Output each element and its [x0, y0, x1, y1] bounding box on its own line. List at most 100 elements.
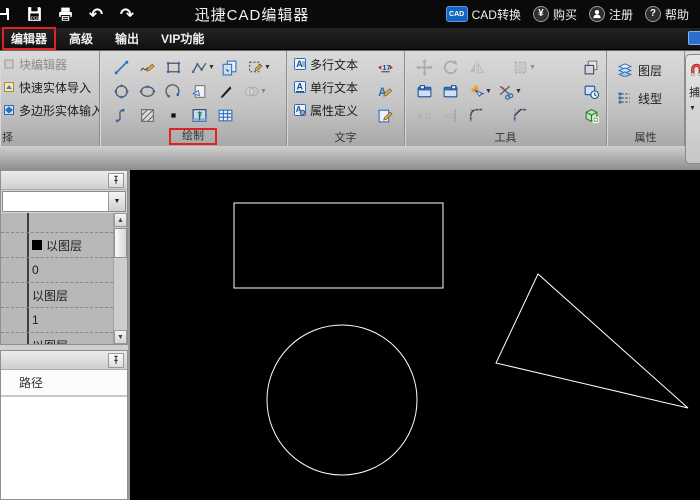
cad-editor-window: PDF ↶ ↷ 迅捷CAD编辑器 CAD CAD转换 ¥ 购买 注册: [0, 0, 700, 500]
group-label-draw: 绘制: [100, 128, 286, 145]
group-label-tools: 工具: [405, 129, 606, 145]
cad-convert-button[interactable]: CAD CAD转换: [443, 4, 524, 25]
fillet-icon[interactable]: [463, 104, 489, 126]
distribute-icon[interactable]: [437, 104, 463, 126]
arc-icon[interactable]: [160, 80, 186, 102]
left-sidebar: ▼ 以图层 0 以图层 1 以图层 ▲ ▼: [0, 170, 130, 500]
scroll-down-icon[interactable]: ▼: [114, 330, 127, 344]
copy-stack-icon[interactable]: [578, 55, 604, 79]
rotate-icon[interactable]: [437, 56, 463, 78]
properties-table: 以图层 0 以图层 1 以图层 ▲ ▼: [1, 213, 127, 344]
tab-output[interactable]: 输出: [106, 28, 148, 49]
snap-dropdown-icon[interactable]: ▼: [689, 105, 696, 112]
cad-rect-entity[interactable]: [234, 203, 443, 288]
tab-editor[interactable]: 编辑器: [2, 27, 56, 50]
undo-icon[interactable]: ↶: [85, 3, 107, 25]
property-row-linetype[interactable]: 以图层: [1, 283, 113, 308]
line-icon[interactable]: [108, 56, 134, 78]
text-fit-icon[interactable]: 17: [372, 55, 398, 79]
title-bar: PDF ↶ ↷ 迅捷CAD编辑器 CAD CAD转换 ¥ 购买 注册: [0, 0, 700, 28]
hatch-icon[interactable]: [134, 104, 160, 126]
gradient-pen-icon[interactable]: [212, 80, 238, 102]
path-list[interactable]: [1, 397, 127, 498]
entity-selector-combobox[interactable]: ▼: [2, 191, 126, 212]
block-new-icon[interactable]: [437, 80, 463, 102]
linetype-button[interactable]: 线型: [615, 88, 684, 108]
array-dropdown-icon[interactable]: ▼: [529, 64, 537, 71]
trim-dropdown-icon[interactable]: ▼: [515, 88, 523, 95]
mirror-icon[interactable]: [463, 56, 489, 78]
property-row-lineweight[interactable]: 以图层: [1, 333, 113, 344]
save-icon[interactable]: [0, 3, 14, 25]
color-swatch: [32, 240, 42, 250]
buy-button[interactable]: ¥ 购买: [530, 4, 580, 25]
help-button[interactable]: ? 帮助: [642, 4, 692, 25]
ribbon-bottom-strip: [0, 146, 700, 170]
drawing-canvas[interactable]: [130, 170, 700, 500]
copy-entities-icon[interactable]: [216, 56, 242, 78]
ellipse-icon[interactable]: [134, 80, 160, 102]
property-row-scale[interactable]: 1: [1, 308, 113, 333]
property-row-color[interactable]: 以图层: [1, 233, 113, 258]
wipeout-icon[interactable]: [186, 80, 212, 102]
pin-icon-2[interactable]: [108, 353, 124, 368]
point-icon[interactable]: [160, 104, 186, 126]
svg-text:PDF: PDF: [30, 15, 40, 21]
polyline-dropdown-icon[interactable]: ▼: [208, 64, 216, 71]
scrollbar-thumb[interactable]: [114, 228, 127, 258]
path-column-header[interactable]: 路径: [1, 370, 127, 397]
erase-dropdown-icon[interactable]: ▼: [485, 88, 493, 95]
ribbon-group-draw: ▼ ▼: [100, 51, 287, 147]
scroll-up-icon[interactable]: ▲: [114, 213, 127, 227]
move-icon[interactable]: [411, 56, 437, 78]
edit-attribute-icon[interactable]: [372, 103, 398, 127]
layers-button[interactable]: 图层: [615, 60, 684, 80]
svg-text:17: 17: [382, 63, 390, 72]
group-label-text: 文字: [287, 129, 404, 145]
register-button[interactable]: 注册: [586, 4, 636, 25]
window-icon[interactable]: [688, 31, 700, 45]
user-icon: [589, 6, 605, 22]
properties-panel-header: [1, 171, 127, 190]
tab-vip[interactable]: VIP功能: [152, 28, 213, 49]
pin-icon[interactable]: [108, 173, 124, 188]
blend-dropdown-icon[interactable]: ▼: [260, 88, 268, 95]
properties-panel: ▼ 以图层 0 以图层 1 以图层 ▲ ▼: [0, 170, 128, 345]
tab-advanced[interactable]: 高级: [60, 28, 102, 49]
path-panel-header: [1, 351, 127, 370]
print-icon[interactable]: [54, 3, 76, 25]
chamfer-icon[interactable]: [507, 104, 533, 126]
block-open-icon[interactable]: [411, 80, 437, 102]
boundary-dropdown-icon[interactable]: ▼: [264, 64, 272, 71]
insert-block-icon[interactable]: [578, 103, 604, 127]
snap-panel[interactable]: 捕 ▼: [685, 54, 700, 164]
redo-icon[interactable]: ↷: [116, 3, 138, 25]
canvas-svg: [130, 170, 700, 500]
circle-icon[interactable]: [108, 80, 134, 102]
block-clock-icon[interactable]: [578, 79, 604, 103]
svg-text:A: A: [297, 82, 304, 92]
group-label-properties: 属性: [607, 129, 684, 145]
combobox-dropdown-icon[interactable]: ▼: [108, 192, 125, 211]
group-label-select: 择: [0, 129, 99, 145]
properties-scrollbar[interactable]: ▲ ▼: [113, 213, 127, 344]
cad-circle-entity[interactable]: [267, 325, 417, 475]
align-icon[interactable]: [411, 104, 437, 126]
spline-icon[interactable]: [108, 104, 134, 126]
property-row-layer[interactable]: 0: [1, 258, 113, 283]
image-icon[interactable]: [186, 104, 212, 126]
polygon-entity-input-button[interactable]: 多边形实体输入: [0, 100, 99, 120]
save-pdf-icon[interactable]: PDF: [23, 3, 45, 25]
cad-polygon-entity[interactable]: [496, 274, 688, 408]
ribbon-group-tools: ▼ ▼ ▼: [405, 51, 607, 147]
sketch-icon[interactable]: [134, 56, 160, 78]
rectangle-icon[interactable]: [160, 56, 186, 78]
block-editor-button[interactable]: 块编辑器: [0, 54, 99, 74]
yuan-icon: ¥: [533, 6, 549, 22]
edit-text-icon[interactable]: A: [372, 79, 398, 103]
table-icon[interactable]: [212, 104, 238, 126]
ribbon-group-properties: 图层 线型 属性: [607, 51, 685, 147]
quick-entity-import-button[interactable]: 快速实体导入: [0, 77, 99, 97]
ribbon-group-text: A 多行文本 A 单行文本 A 属性定义 17 A: [287, 51, 405, 147]
ribbon-group-select: 块编辑器 快速实体导入 多边形实体输入 择: [0, 51, 100, 147]
